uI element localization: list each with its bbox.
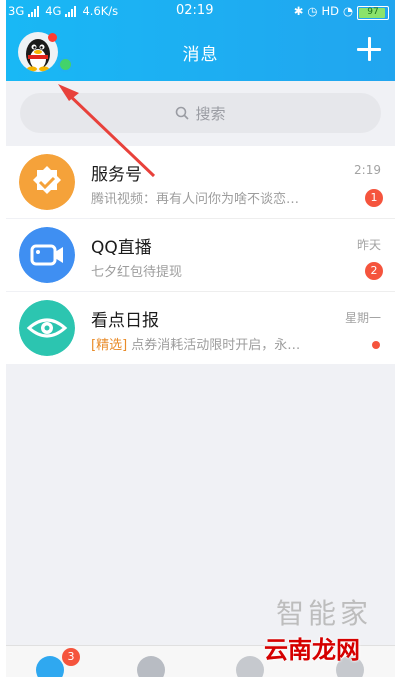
annotation-arrow [58,84,156,178]
app-frame: 3G 4G 4.6K/s 02:19 ✱ ◷ HD ◔ 97 消息 搜索 服务号… [6,0,395,677]
